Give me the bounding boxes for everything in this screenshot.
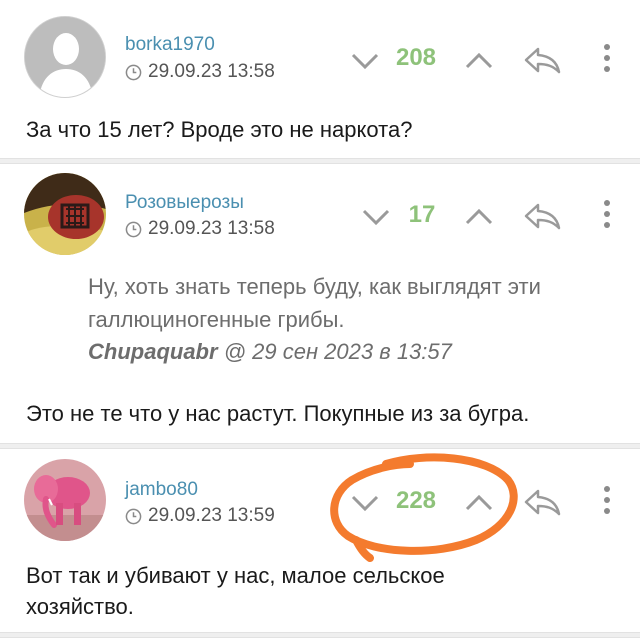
comment-divider xyxy=(0,632,640,638)
clock-icon xyxy=(125,221,142,237)
timestamp-text: 29.09.23 13:58 xyxy=(148,218,275,239)
comment-score: 17 xyxy=(408,201,436,228)
reply-icon[interactable] xyxy=(521,42,563,78)
comment-divider xyxy=(0,443,640,449)
quote-line: Ну, хоть знать теперь буду, как выглядят… xyxy=(88,274,541,299)
more-options-icon[interactable] xyxy=(601,482,613,518)
avatar[interactable] xyxy=(24,16,106,98)
comment-timestamp: 29.09.23 13:59 xyxy=(125,505,275,527)
username[interactable]: Розовыерозы xyxy=(125,192,244,214)
upvote-icon[interactable] xyxy=(461,42,497,78)
more-options-icon[interactable] xyxy=(601,40,613,76)
reply-icon[interactable] xyxy=(521,198,563,234)
clock-icon xyxy=(125,64,142,80)
comment-timestamp: 29.09.23 13:58 xyxy=(125,218,275,240)
username[interactable]: jambo80 xyxy=(125,479,198,501)
upvote-icon[interactable] xyxy=(461,198,497,234)
comment-text: хозяйство. xyxy=(26,594,134,619)
quote-attribution: Chupaquabr @ 29 сен 2023 в 13:57 xyxy=(88,339,452,365)
highlight-scribble xyxy=(330,453,518,562)
quote-line: галлюциногенные грибы. xyxy=(88,307,345,332)
tattoo-photo-icon xyxy=(24,173,106,255)
comment-score: 208 xyxy=(395,44,437,71)
comment-text: За что 15 лет? Вроде это не наркота? xyxy=(26,117,413,142)
quote-author[interactable]: Chupaquabr xyxy=(88,339,218,364)
username[interactable]: borka1970 xyxy=(125,34,215,56)
downvote-icon[interactable] xyxy=(347,42,383,78)
reply-icon[interactable] xyxy=(521,484,563,520)
comment-text: Это не те что у нас растут. Покупные из … xyxy=(26,401,530,426)
comment-divider xyxy=(0,158,640,164)
pink-elephant-icon xyxy=(24,459,106,541)
comment-text: Вот так и убивают у нас, малое сельское xyxy=(26,563,445,588)
avatar[interactable] xyxy=(24,459,106,541)
avatar[interactable] xyxy=(24,173,106,255)
downvote-icon[interactable] xyxy=(358,198,394,234)
quote-meta: @ 29 сен 2023 в 13:57 xyxy=(223,339,452,364)
timestamp-text: 29.09.23 13:58 xyxy=(148,61,275,82)
more-options-icon[interactable] xyxy=(601,196,613,232)
default-user-icon xyxy=(25,17,105,97)
clock-icon xyxy=(125,508,142,524)
comment-timestamp: 29.09.23 13:58 xyxy=(125,61,275,83)
timestamp-text: 29.09.23 13:59 xyxy=(148,505,275,526)
